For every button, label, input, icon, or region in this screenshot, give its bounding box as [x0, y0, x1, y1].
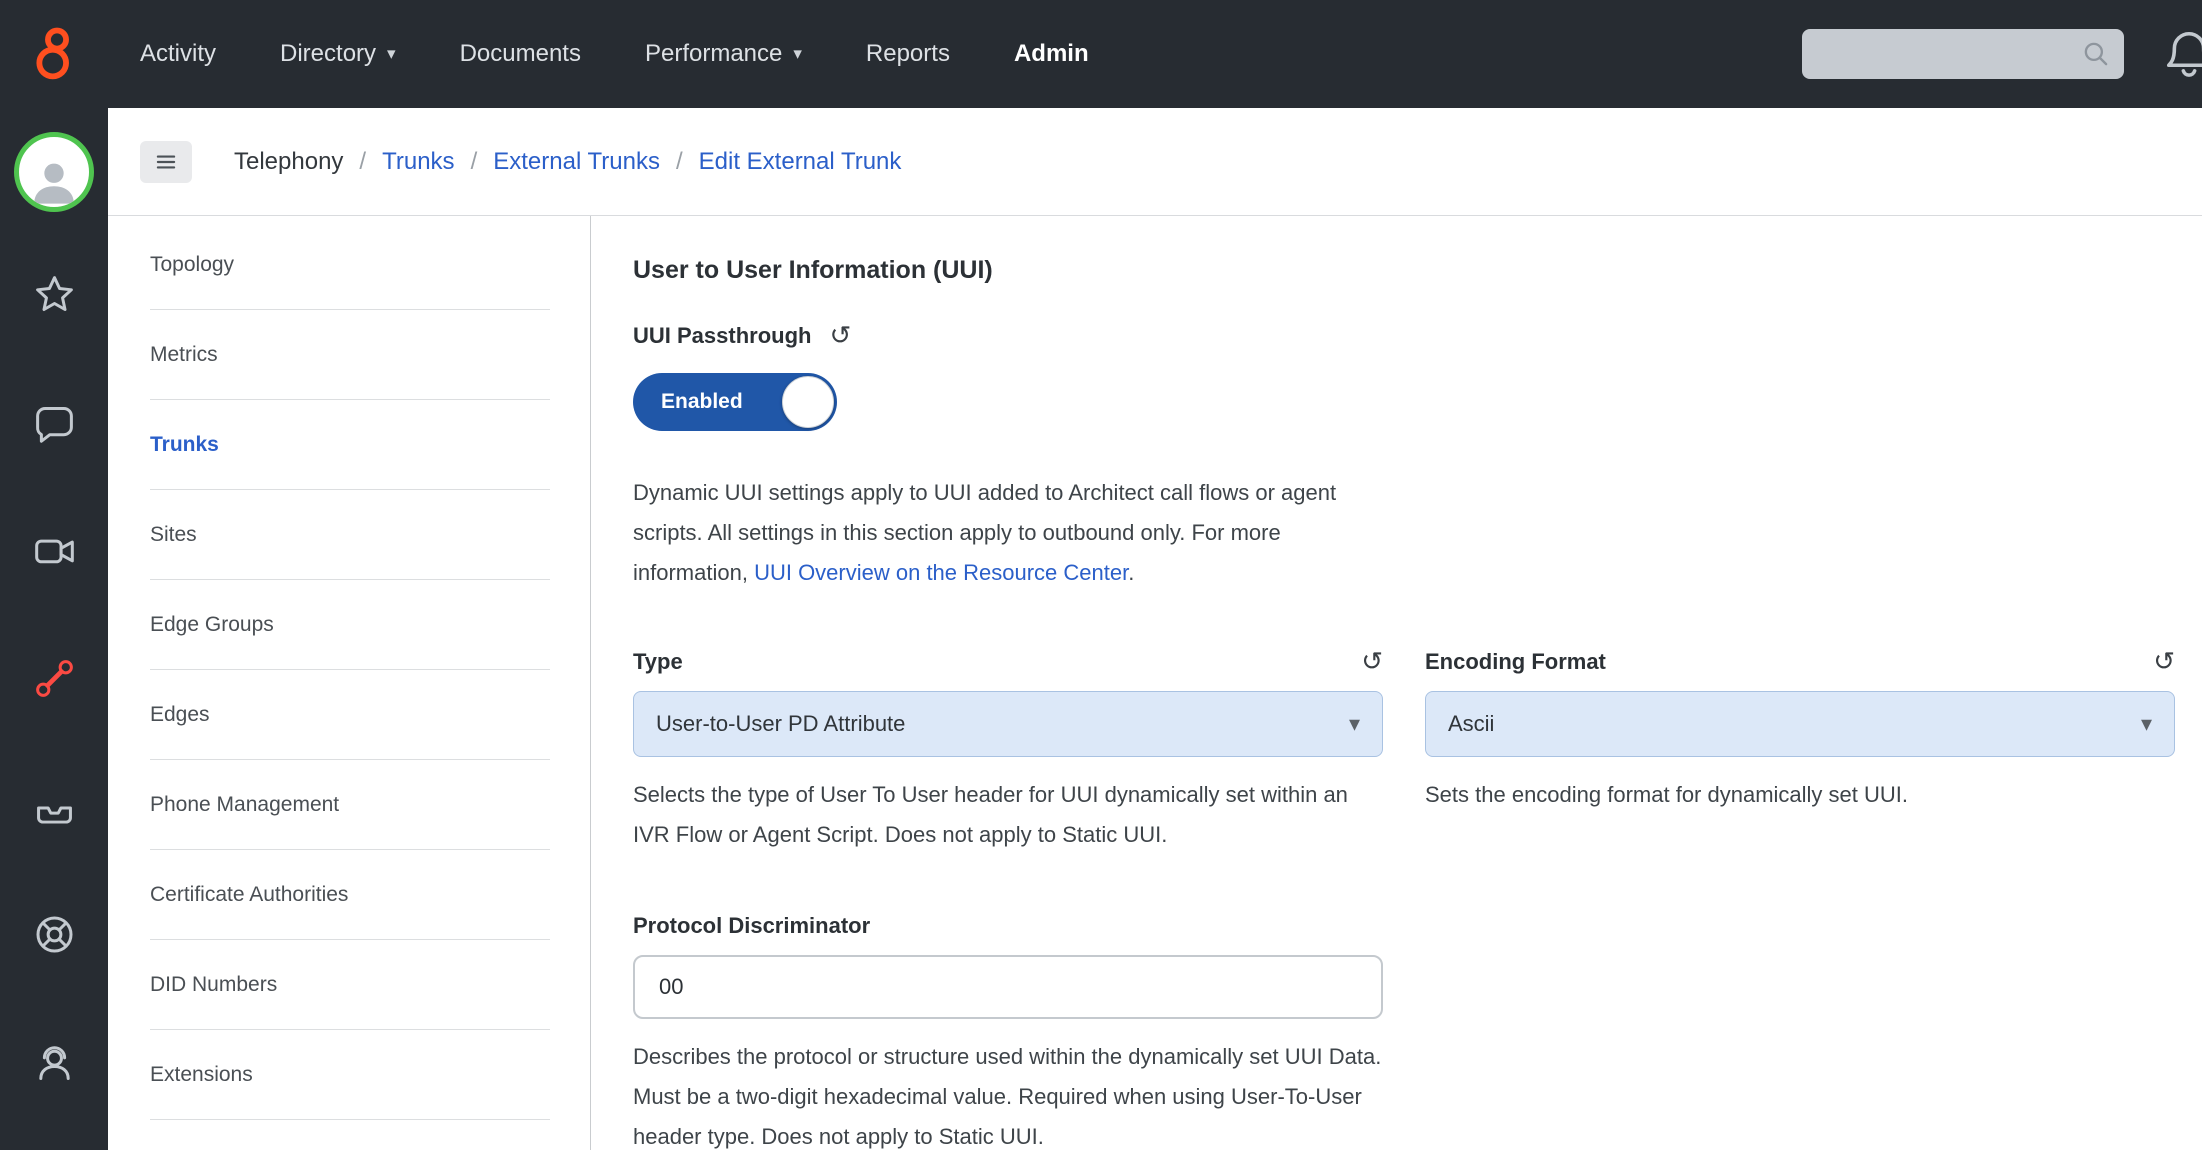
top-nav-bar: Activity Directory ▾ Documents Performanc… [108, 0, 2202, 108]
reset-icon[interactable]: ↺ [829, 323, 851, 349]
nav-label: Activity [140, 40, 216, 68]
type-label-row: Type ↺ [633, 649, 1383, 675]
nav-label: Documents [460, 40, 581, 68]
breadcrumb-separator: / [359, 148, 366, 176]
uui-passthrough-label: UUI Passthrough [633, 323, 811, 349]
breadcrumb-separator: / [471, 148, 478, 176]
chevron-down-icon: ▾ [387, 44, 396, 64]
nav-item-admin[interactable]: Admin [1014, 40, 1089, 68]
protocol-input[interactable] [633, 955, 1383, 1019]
breadcrumb-item-edit-external-trunk[interactable]: Edit External Trunk [699, 148, 902, 176]
type-label: Type [633, 649, 683, 675]
encoding-label: Encoding Format [1425, 649, 1606, 675]
encoding-select[interactable]: Ascii ▾ [1425, 691, 2175, 757]
type-select[interactable]: User-to-User PD Attribute ▾ [633, 691, 1383, 757]
section-title: User to User Information (UUI) [633, 256, 2202, 285]
sidebar-item-topology[interactable]: Topology [150, 220, 550, 310]
breadcrumb: Telephony / Trunks / External Trunks / E… [234, 148, 901, 176]
protocol-discriminator-field: Protocol Discriminator Describes the pro… [633, 913, 1388, 1150]
protocol-help-text: Describes the protocol or structure used… [633, 1037, 1388, 1150]
sidebar-item-sites[interactable]: Sites [150, 490, 550, 580]
life-ring-icon[interactable] [30, 910, 78, 958]
sidebar-item-edges[interactable]: Edges [150, 670, 550, 760]
chevron-down-icon: ▾ [793, 44, 802, 64]
type-help-text: Selects the type of User To User header … [633, 775, 1383, 855]
description-suffix: . [1128, 560, 1134, 585]
breadcrumb-item-external-trunks[interactable]: External Trunks [493, 148, 660, 176]
sidebar-item-phone-management[interactable]: Phone Management [150, 760, 550, 850]
sidebar-item-did-numbers[interactable]: DID Numbers [150, 940, 550, 1030]
breadcrumb-item-trunks[interactable]: Trunks [382, 148, 454, 176]
content-area: Topology Metrics Trunks Sites Edge Group… [108, 216, 2202, 1150]
global-search [1802, 29, 2124, 79]
encoding-field: Encoding Format ↺ Ascii ▾ Sets the encod… [1425, 649, 2175, 855]
uui-description: Dynamic UUI settings apply to UUI added … [633, 473, 1395, 593]
agent-headset-icon[interactable] [30, 1038, 78, 1086]
nav-item-reports[interactable]: Reports [866, 40, 950, 68]
breadcrumb-separator: / [676, 148, 683, 176]
sidebar-toggle-button[interactable] [140, 141, 192, 183]
rail-icon-list [30, 270, 78, 1086]
telephony-sidebar: Topology Metrics Trunks Sites Edge Group… [108, 216, 591, 1150]
search-input[interactable] [1802, 29, 2124, 79]
sidebar-item-certificate-authorities[interactable]: Certificate Authorities [150, 850, 550, 940]
avatar[interactable] [14, 132, 94, 212]
chevron-down-icon: ▾ [1349, 712, 1360, 737]
inbox-icon[interactable] [30, 782, 78, 830]
sidebar-item-trunks[interactable]: Trunks [150, 400, 550, 490]
left-rail [0, 0, 108, 1150]
nav-item-activity[interactable]: Activity [140, 40, 216, 68]
nav-item-performance[interactable]: Performance ▾ [645, 40, 802, 68]
chat-icon[interactable] [30, 398, 78, 446]
breadcrumb-item-telephony: Telephony [234, 148, 343, 176]
encoding-label-row: Encoding Format ↺ [1425, 649, 2175, 675]
toggle-state-label: Enabled [661, 390, 743, 414]
uui-overview-link[interactable]: UUI Overview on the Resource Center [754, 560, 1128, 585]
nav-label: Performance [645, 40, 782, 68]
reset-icon[interactable]: ↺ [1361, 649, 1383, 675]
encoding-help-text: Sets the encoding format for dynamically… [1425, 775, 2175, 815]
nav-label: Directory [280, 40, 376, 68]
fields-row: Type ↺ User-to-User PD Attribute ▾ Selec… [633, 649, 2202, 855]
main-panel: User to User Information (UUI) UUI Passt… [591, 216, 2202, 1150]
notification-bell-icon[interactable] [2162, 27, 2202, 81]
uui-passthrough-row: UUI Passthrough ↺ [633, 323, 2202, 349]
search-icon [2080, 38, 2112, 70]
chevron-down-icon: ▾ [2141, 712, 2152, 737]
star-icon[interactable] [30, 270, 78, 318]
genesys-logo[interactable] [0, 0, 108, 108]
type-field: Type ↺ User-to-User PD Attribute ▾ Selec… [633, 649, 1383, 855]
reset-icon[interactable]: ↺ [2153, 649, 2175, 675]
nav-label: Admin [1014, 40, 1089, 68]
nav-item-documents[interactable]: Documents [460, 40, 581, 68]
protocol-label: Protocol Discriminator [633, 913, 1388, 939]
video-icon[interactable] [30, 526, 78, 574]
nav-label: Reports [866, 40, 950, 68]
uui-passthrough-toggle[interactable]: Enabled [633, 373, 837, 431]
toggle-knob[interactable] [782, 376, 834, 428]
phone-handset-icon[interactable] [30, 654, 78, 702]
breadcrumb-bar: Telephony / Trunks / External Trunks / E… [108, 108, 2202, 216]
sidebar-item-metrics[interactable]: Metrics [150, 310, 550, 400]
sidebar-item-extensions[interactable]: Extensions [150, 1030, 550, 1120]
nav-item-directory[interactable]: Directory ▾ [280, 40, 396, 68]
encoding-select-value: Ascii [1448, 711, 1494, 737]
type-select-value: User-to-User PD Attribute [656, 711, 905, 737]
sidebar-item-edge-groups[interactable]: Edge Groups [150, 580, 550, 670]
